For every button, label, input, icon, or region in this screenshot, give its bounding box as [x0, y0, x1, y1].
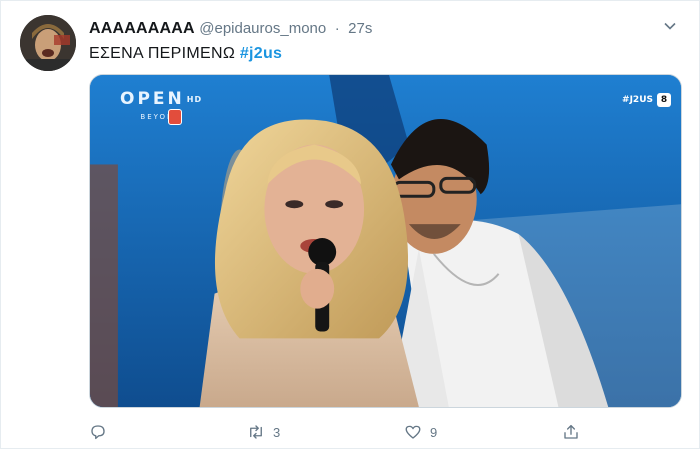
rating-badge: 8 [657, 93, 671, 107]
display-name[interactable]: ΑΑΑΑΑΑΑΑΑ [89, 20, 195, 37]
tweet-actions: 3 9 [89, 421, 609, 443]
channel-logo: OPEN HD BEYOND [120, 91, 202, 126]
timestamp[interactable]: 27s [348, 20, 372, 37]
user-handle[interactable]: @epidauros_mono [199, 20, 326, 37]
heart-icon [405, 425, 421, 439]
tweet-media[interactable]: OPEN HD BEYOND #J2US 8 [89, 74, 682, 408]
like-button[interactable]: 9 [404, 421, 437, 443]
avatar-image [20, 15, 76, 71]
more-options-button[interactable] [661, 17, 679, 35]
share-button[interactable] [562, 421, 580, 443]
tweet-body: ΕΣΕΝΑ ΠΕΡΙΜΕΝΩ [89, 45, 236, 62]
channel-badge-icon [168, 109, 182, 125]
chevron-down-icon [664, 22, 676, 30]
retweet-button[interactable]: 3 [247, 421, 280, 443]
retweet-count: 3 [273, 424, 281, 440]
hashtag-link[interactable]: #j2us [240, 45, 282, 62]
tweet-header: ΑΑΑΑΑΑΑΑΑ @epidauros_mono · 27s [89, 19, 372, 41]
reply-button[interactable] [89, 421, 107, 443]
program-hashtag: #J2US [622, 95, 653, 105]
tweet-card[interactable]: ΑΑΑΑΑΑΑΑΑ @epidauros_mono · 27s ΕΣΕΝΑ ΠΕ… [0, 0, 700, 449]
avatar[interactable] [20, 15, 76, 71]
channel-hd-label: HD [186, 95, 203, 104]
channel-tagline: BEYOND [140, 113, 182, 121]
share-icon [564, 424, 578, 439]
channel-logo-text: OPEN [120, 89, 185, 109]
like-count: 9 [430, 424, 438, 440]
program-tag: #J2US 8 [622, 93, 671, 107]
retweet-icon [250, 425, 262, 439]
reply-icon [91, 425, 105, 440]
tweet-text: ΕΣΕΝΑ ΠΕΡΙΜΕΝΩ #j2us [89, 44, 282, 64]
separator-dot: · [334, 20, 340, 37]
